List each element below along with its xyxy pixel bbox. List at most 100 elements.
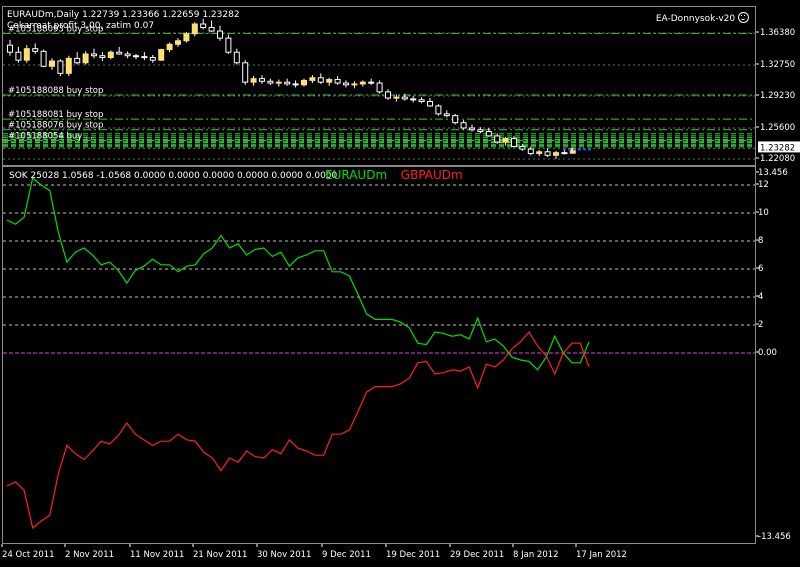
order-label: #105188076 buy stop [8, 121, 103, 131]
candle [359, 81, 366, 85]
time-label: 11 Nov 2011 [130, 550, 184, 560]
time-label: 19 Dec 2011 [386, 550, 440, 560]
candle [99, 55, 106, 58]
time-label: 2 Nov 2011 [65, 550, 114, 560]
candle [166, 43, 173, 51]
candle [208, 27, 215, 32]
candle [326, 79, 333, 83]
indicator-title: SOK 25028 1.0568 -1.0568 0.0000 0.0000 0… [9, 171, 338, 181]
candle [292, 83, 299, 86]
indicator-scale-label: 8 [758, 236, 763, 246]
candle [317, 77, 324, 83]
candle [158, 49, 165, 61]
indicator-legend: EURAUDm GBPAUDm [325, 168, 463, 182]
candle [284, 81, 291, 85]
candle [133, 55, 139, 58]
time-scale[interactable]: 24 Oct 2011 2 Nov 2011 11 Nov 2011 21 Nov 2… [0, 544, 756, 563]
candle [149, 56, 156, 61]
legend-euraudm: EURAUDm [325, 168, 388, 182]
candle [191, 23, 198, 35]
candle [418, 99, 425, 103]
indicator-scale-label: 0.00 [758, 348, 777, 358]
indicator-scale-label: 12 [758, 180, 769, 190]
candle [527, 148, 534, 155]
current-price-label: 1.23282 [760, 143, 795, 153]
candle [57, 60, 64, 74]
candle [494, 135, 501, 143]
candle [49, 60, 55, 67]
price-scale[interactable]: 1.36380 1.32750 1.29230 1.25600 1.23282 1.220… [756, 6, 800, 544]
candle [267, 80, 274, 84]
candle [443, 113, 450, 117]
candle [91, 53, 97, 57]
candle [217, 30, 223, 39]
indicator-scale-label: 10 [758, 208, 769, 218]
candle [40, 50, 47, 67]
candle [511, 138, 517, 147]
candle [502, 138, 509, 143]
indicator-scale-label: 13.456 [758, 168, 788, 178]
order-label: #105188081 buy stop [8, 110, 103, 120]
indicator-scale-label: 2 [758, 320, 763, 330]
candle [334, 79, 341, 84]
ea-name-label[interactable]: EA-Donnysok-v20 [656, 12, 749, 24]
smiley-icon [738, 12, 749, 23]
candle [225, 37, 232, 53]
candle [469, 127, 475, 131]
order-label: #105188088 buy stop [8, 86, 103, 96]
candle [74, 57, 81, 64]
legend-gbpaudm: GBPAUDm [400, 168, 463, 182]
candle [259, 78, 265, 82]
candle [561, 152, 568, 155]
price-label: 1.25600 [760, 123, 795, 133]
candle [82, 53, 89, 64]
candle [301, 79, 307, 86]
candle [544, 151, 551, 156]
candle [124, 53, 131, 57]
candle [242, 62, 249, 83]
candle [519, 145, 526, 150]
symbol-info: EURAUDm,Daily 1.22739 1.23366 1.22659 1.… [7, 10, 240, 20]
ea-comment: Cekarmat profit 3.00, zatim 0.07 [7, 21, 155, 31]
time-label: 24 Oct 2011 [2, 550, 55, 560]
candle [553, 152, 559, 156]
candle [343, 82, 349, 86]
indicator-scale-label: -13.456 [758, 532, 791, 542]
candle [393, 96, 400, 99]
candle [275, 81, 282, 84]
candle [183, 33, 190, 42]
time-label: 21 Nov 2011 [193, 550, 247, 560]
candle [427, 101, 433, 107]
candle [32, 48, 39, 52]
time-label: 29 Dec 2011 [450, 550, 504, 560]
candle [485, 131, 492, 137]
candle [233, 51, 240, 64]
candle [15, 51, 22, 61]
candle [141, 56, 148, 59]
chart-window[interactable]: #105188093 buy stop #105188088 buy stop #1… [0, 0, 800, 563]
candle [309, 77, 316, 81]
price-scale-labels: 1.36380 1.32750 1.29230 1.25600 1.232821.220… [756, 28, 800, 542]
candle [65, 57, 72, 74]
indicator-scale-label: 4 [758, 292, 763, 302]
indicator-panel[interactable]: SOK 25028 1.0568 -1.0568 0.0000 0.0000 0… [2, 166, 756, 544]
price-chart-panel[interactable]: #105188093 buy stop #105188088 buy stop #1… [2, 6, 756, 166]
candle [116, 51, 123, 55]
candle [107, 51, 114, 58]
candle [401, 96, 408, 100]
time-label: 9 Dec 2011 [322, 550, 371, 560]
price-label: 1.36380 [760, 28, 795, 38]
candle [435, 105, 442, 115]
candle [385, 91, 391, 99]
candle [376, 82, 383, 93]
sok-indicator-chart [3, 176, 755, 530]
candle [7, 44, 13, 53]
candle [200, 23, 207, 29]
candle [460, 122, 467, 129]
time-label: 30 Nov 2011 [257, 550, 311, 560]
candle [410, 98, 417, 101]
price-label: 1.22080 [760, 154, 795, 164]
candle [250, 78, 257, 83]
candle [477, 129, 484, 133]
candle [23, 48, 30, 61]
